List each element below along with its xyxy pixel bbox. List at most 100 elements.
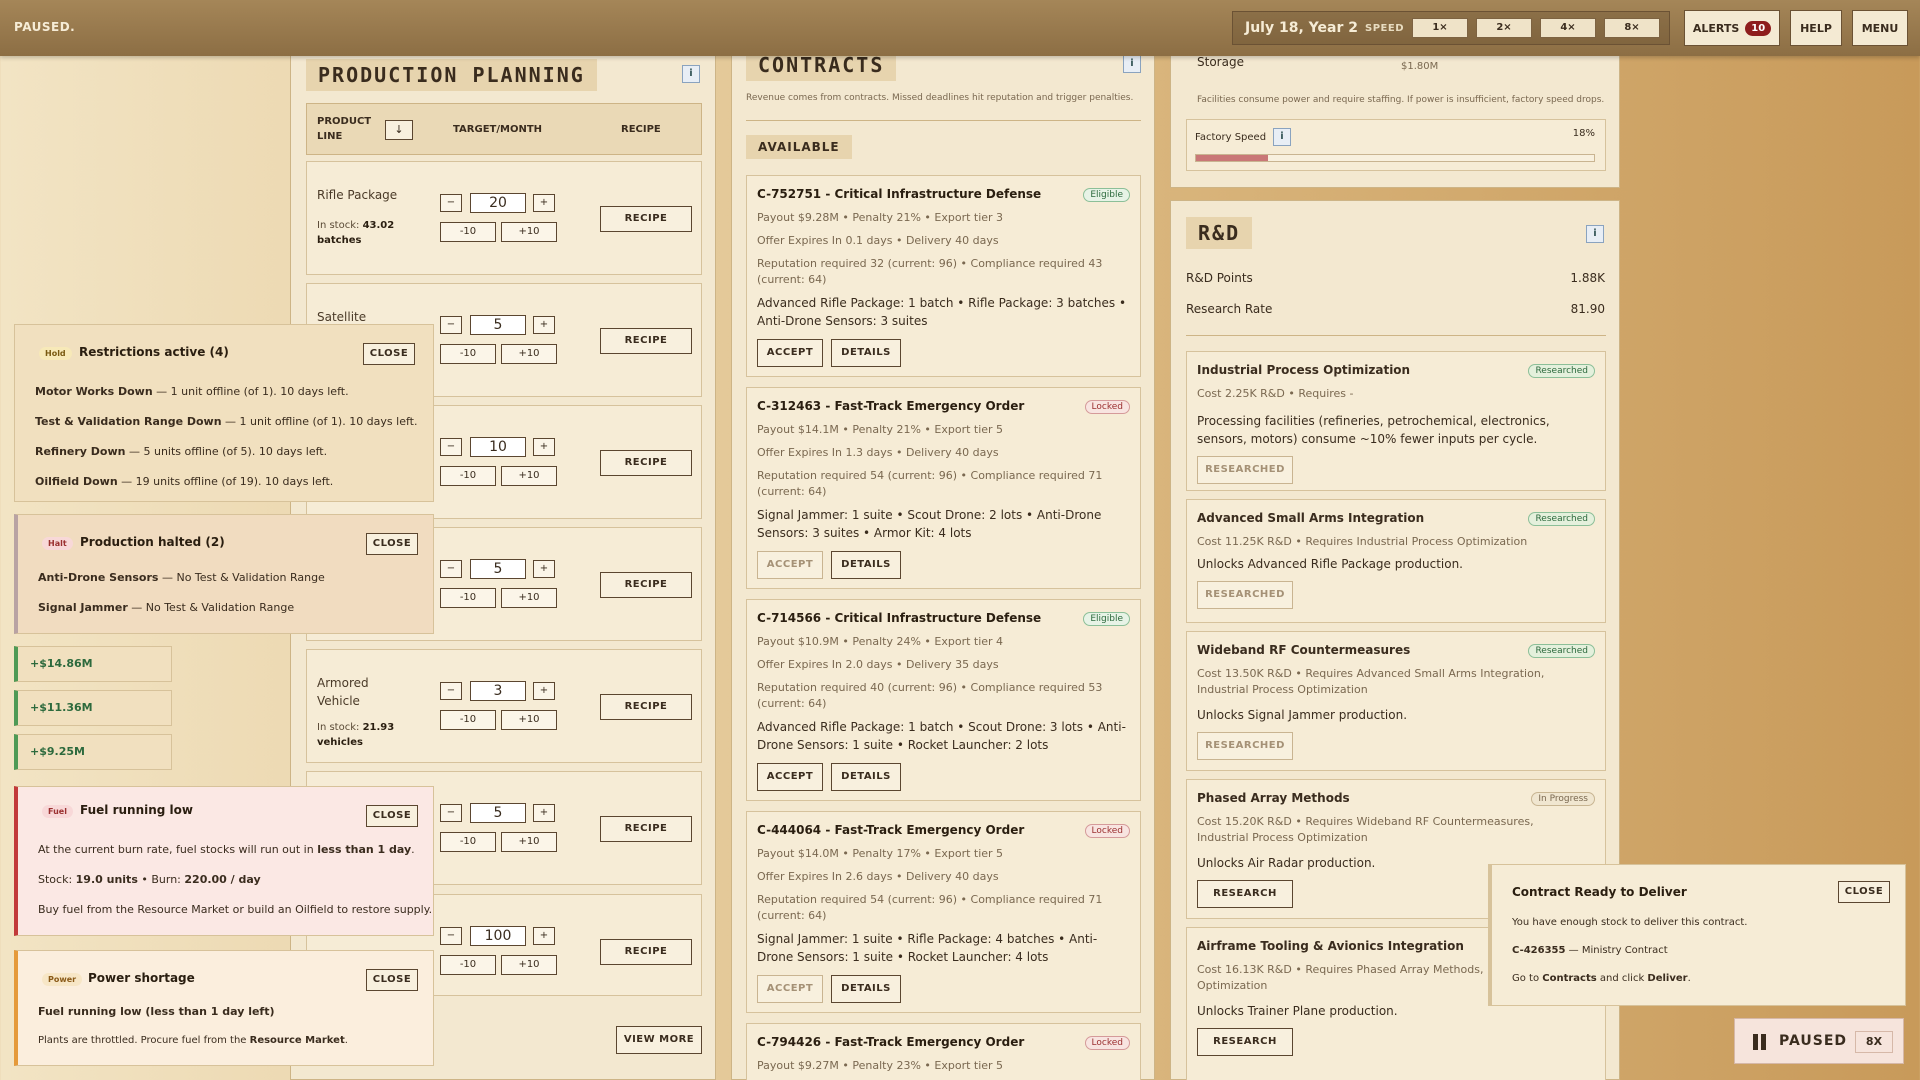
recipe-button[interactable]: RECIPE: [600, 939, 692, 965]
tab-available[interactable]: AVAILABLE: [746, 135, 852, 159]
researched-button[interactable]: RESEARCHED: [1197, 581, 1293, 609]
speed-8x-button[interactable]: 8×: [1604, 18, 1660, 38]
recipe-button[interactable]: RECIPE: [600, 328, 692, 354]
contract-status-badge: Eligible: [1083, 188, 1130, 202]
increment-10-button[interactable]: +10: [501, 344, 557, 364]
decrement-button[interactable]: −: [440, 438, 462, 456]
details-button[interactable]: DETAILS: [831, 339, 901, 367]
fuel-line-2: Stock: 19.0 units • Burn: 220.00 / day: [38, 873, 261, 886]
decrement-button[interactable]: −: [440, 804, 462, 822]
speed-4x-button[interactable]: 4×: [1540, 18, 1596, 38]
factory-speed-bar: [1195, 154, 1595, 162]
recipe-button[interactable]: RECIPE: [600, 450, 692, 476]
col-target-month: TARGET/MONTH: [453, 124, 543, 135]
decrement-10-button[interactable]: -10: [440, 832, 496, 852]
recipe-button[interactable]: RECIPE: [600, 816, 692, 842]
factory-speed-fill: [1196, 155, 1268, 161]
restriction-line: Oilfield Down — 19 units offline (of 19)…: [35, 475, 334, 488]
target-quantity-input[interactable]: 3: [470, 681, 526, 701]
increment-10-button[interactable]: +10: [501, 588, 557, 608]
increment-10-button[interactable]: +10: [501, 222, 557, 242]
contracts-info-icon[interactable]: i: [1123, 55, 1141, 73]
accept-button[interactable]: ACCEPT: [757, 551, 823, 579]
paused-status: PAUSED.: [14, 20, 76, 34]
contract-expiry: Offer Expires In 2.0 days • Delivery 35 …: [757, 658, 999, 671]
fuel-line-1: At the current burn rate, fuel stocks wi…: [38, 843, 415, 856]
decrement-10-button[interactable]: -10: [440, 955, 496, 975]
increment-10-button[interactable]: +10: [501, 710, 557, 730]
details-button[interactable]: DETAILS: [831, 551, 901, 579]
recipe-button[interactable]: RECIPE: [600, 206, 692, 232]
rnd-points-label: R&D Points: [1186, 271, 1253, 285]
research-status-badge: In Progress: [1531, 792, 1595, 806]
decrement-button[interactable]: −: [440, 682, 462, 700]
rnd-info-icon[interactable]: i: [1586, 225, 1604, 243]
help-button[interactable]: HELP: [1790, 10, 1842, 46]
pause-label: PAUSED: [1779, 1033, 1848, 1049]
increment-button[interactable]: +: [533, 804, 555, 822]
close-button[interactable]: CLOSE: [366, 805, 418, 827]
factory-speed-info-icon[interactable]: i: [1273, 128, 1291, 146]
target-quantity-input[interactable]: 20: [470, 193, 526, 213]
increment-10-button[interactable]: +10: [501, 955, 557, 975]
decrement-10-button[interactable]: -10: [440, 344, 496, 364]
view-more-button[interactable]: VIEW MORE: [616, 1026, 702, 1054]
increment-10-button[interactable]: +10: [501, 466, 557, 486]
target-quantity-input[interactable]: 5: [470, 315, 526, 335]
alerts-button[interactable]: ALERTS 10: [1684, 10, 1780, 46]
close-button[interactable]: CLOSE: [363, 343, 415, 365]
details-button[interactable]: DETAILS: [831, 975, 901, 1003]
close-button[interactable]: CLOSE: [366, 969, 418, 991]
recipe-button[interactable]: RECIPE: [600, 694, 692, 720]
close-button[interactable]: CLOSE: [366, 533, 418, 555]
decrement-10-button[interactable]: -10: [440, 466, 496, 486]
researched-button[interactable]: RESEARCHED: [1197, 456, 1293, 484]
increment-button[interactable]: +: [533, 438, 555, 456]
increment-button[interactable]: +: [533, 682, 555, 700]
pause-speed[interactable]: 8X: [1855, 1031, 1893, 1053]
contract-card: C-714566 - Critical Infrastructure Defen…: [746, 599, 1141, 801]
research-button[interactable]: RESEARCH: [1197, 1028, 1293, 1056]
decrement-button[interactable]: −: [440, 316, 462, 334]
target-quantity-input[interactable]: 10: [470, 437, 526, 457]
increment-button[interactable]: +: [533, 194, 555, 212]
accept-button[interactable]: ACCEPT: [757, 975, 823, 1003]
contract-items: Signal Jammer: 1 suite • Scout Drone: 2 …: [757, 508, 1102, 540]
research-title: Wideband RF Countermeasures: [1197, 643, 1411, 657]
decrement-button[interactable]: −: [440, 194, 462, 212]
speed-2x-button[interactable]: 2×: [1476, 18, 1532, 38]
recipe-button[interactable]: RECIPE: [600, 572, 692, 598]
sort-arrow-icon[interactable]: ↓: [385, 120, 413, 140]
research-button[interactable]: RESEARCH: [1197, 880, 1293, 908]
details-button[interactable]: DETAILS: [831, 763, 901, 791]
power-line-2: Plants are throttled. Procure fuel from …: [38, 1035, 348, 1046]
accept-button[interactable]: ACCEPT: [757, 339, 823, 367]
research-description: Unlocks Advanced Rifle Package productio…: [1197, 557, 1463, 571]
increment-button[interactable]: +: [533, 316, 555, 334]
contract-status-badge: Eligible: [1083, 612, 1130, 626]
target-quantity-input[interactable]: 5: [470, 559, 526, 579]
menu-button[interactable]: MENU: [1852, 10, 1908, 46]
close-button[interactable]: CLOSE: [1838, 881, 1890, 903]
accept-button[interactable]: ACCEPT: [757, 763, 823, 791]
factory-speed-value: 18%: [1572, 128, 1595, 139]
target-quantity-input[interactable]: 5: [470, 803, 526, 823]
research-status-badge: Researched: [1528, 364, 1595, 378]
product-name: Rifle Package: [317, 188, 398, 202]
target-quantity-input[interactable]: 100: [470, 926, 526, 946]
speed-1x-button[interactable]: 1×: [1412, 18, 1468, 38]
researched-button[interactable]: RESEARCHED: [1197, 732, 1293, 760]
decrement-10-button[interactable]: -10: [440, 710, 496, 730]
decrement-button[interactable]: −: [440, 927, 462, 945]
pause-bar[interactable]: PAUSED 8X: [1734, 1018, 1904, 1064]
decrement-10-button[interactable]: -10: [440, 222, 496, 242]
decrement-10-button[interactable]: -10: [440, 588, 496, 608]
production-info-icon[interactable]: i: [682, 65, 700, 83]
contract-items: Advanced Rifle Package: 1 batch • Scout …: [757, 720, 1126, 752]
deliver-title: Contract Ready to Deliver: [1512, 885, 1687, 899]
decrement-button[interactable]: −: [440, 560, 462, 578]
halt-line: Anti-Drone Sensors — No Test & Validatio…: [38, 571, 325, 584]
increment-button[interactable]: +: [533, 927, 555, 945]
increment-10-button[interactable]: +10: [501, 832, 557, 852]
increment-button[interactable]: +: [533, 560, 555, 578]
